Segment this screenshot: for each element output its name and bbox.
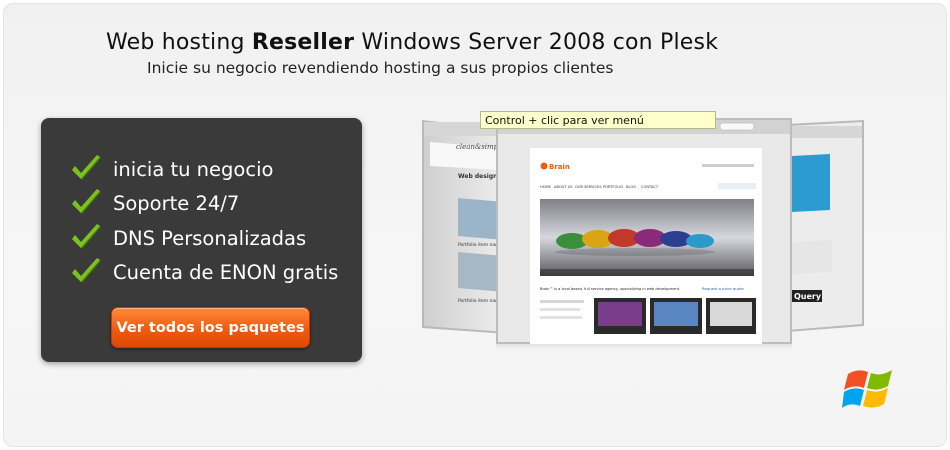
website-previews: clean&simple Web design and d Portfolio … — [422, 118, 864, 352]
feature-label: Soporte 24/7 — [113, 191, 240, 215]
feature-item: Soporte 24/7 — [69, 187, 239, 219]
center-site-screenshot: Brain HOME ABOUT US OUR SERVICES PORTFOL… — [496, 118, 792, 352]
feature-label: inicia tu negocio — [113, 157, 274, 181]
center-site-nav-item: BLOG — [626, 185, 636, 189]
center-site-nav-item: ABOUT US — [554, 185, 573, 189]
check-icon — [72, 189, 101, 214]
center-site-tagline: Brain™ is a local based, full service ag… — [540, 287, 680, 291]
center-site-nav-item: OUR SERVICES — [575, 185, 602, 189]
check-icon — [72, 258, 101, 283]
feature-label: Cuenta de ENON gratis — [113, 260, 339, 284]
center-site-nav-item: PORTFOLIO — [603, 185, 623, 189]
center-site-nav: HOME ABOUT US OUR SERVICES PORTFOLIO BLO… — [540, 185, 659, 189]
center-site-quote-link: Request a price quote — [702, 286, 744, 291]
features-panel: inicia tu negocio Soporte 24/7 DNS Perso… — [41, 118, 362, 362]
right-site-badge: Query — [794, 292, 822, 301]
page-title: Web hosting Reseller Windows Server 2008… — [106, 30, 719, 55]
center-site-nav-item: HOME — [540, 185, 552, 189]
right-site-screenshot: Query — [786, 120, 864, 332]
context-menu-tooltip: Control + clic para ver menú — [480, 111, 716, 129]
feature-item: inicia tu negocio — [69, 153, 273, 185]
feature-item: Cuenta de ENON gratis — [69, 256, 338, 288]
center-site-nav-item: CONTACT — [641, 185, 659, 189]
left-site-item: Portfolio item name — [458, 242, 503, 248]
windows-logo-icon — [842, 370, 892, 408]
center-site-logo: Brain — [549, 163, 570, 171]
feature-label: DNS Personalizadas — [113, 226, 307, 250]
check-icon — [72, 224, 101, 249]
left-site-item: Portfolio item name — [458, 298, 503, 304]
page-subtitle: Inicie su negocio revendiendo hosting a … — [147, 59, 614, 77]
check-icon — [72, 155, 101, 180]
feature-item: DNS Personalizadas — [69, 222, 306, 254]
view-packages-button[interactable]: Ver todos los paquetes — [111, 307, 310, 348]
